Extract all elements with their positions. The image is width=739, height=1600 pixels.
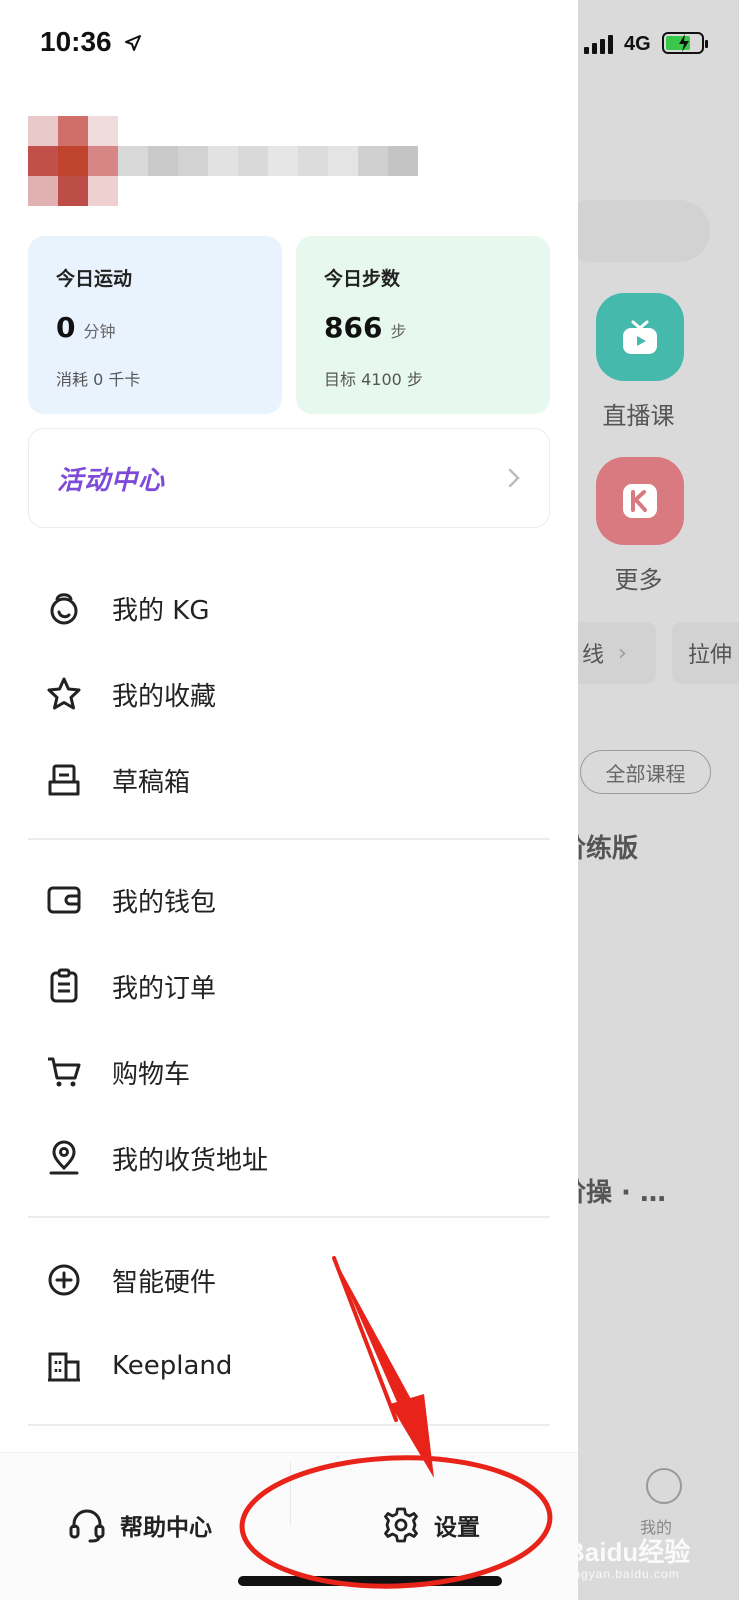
menu-item-label: 我的订单 [112, 973, 217, 1004]
menu-item-drafts[interactable]: 草稿箱 [44, 750, 544, 810]
wallet-icon [44, 880, 84, 920]
avatar[interactable] [28, 116, 118, 206]
live-class-tile [596, 293, 684, 381]
kettlebell-icon [44, 588, 84, 628]
menu-divider [28, 1216, 550, 1218]
status-bar: 10:36 4G [0, 0, 739, 90]
background-search-bar [560, 200, 710, 262]
battery-icon [662, 32, 708, 54]
menu-item-cart[interactable]: 购物车 [44, 1042, 544, 1102]
all-courses-pill: 全部课程 [580, 750, 711, 794]
card-unit: 步 [390, 322, 407, 341]
tv-icon [623, 320, 657, 354]
menu-divider [28, 1424, 550, 1426]
exercise-minutes: 0 [56, 311, 76, 344]
menu-item-favorites[interactable]: 我的收藏 [44, 664, 544, 724]
signal-icon [584, 34, 613, 54]
menu-item-address[interactable]: 我的收货地址 [44, 1128, 544, 1188]
headset-icon [69, 1509, 105, 1543]
menu-item-wallet[interactable]: 我的钱包 [44, 870, 544, 930]
card-title: 今日步数 [324, 268, 401, 290]
help-center-button[interactable]: 帮助中心 [68, 1502, 212, 1548]
today-steps-card[interactable]: 今日步数 866 步 目标 4100 步 [296, 236, 550, 414]
chevron-right-icon [508, 468, 520, 488]
mine-tab-icon [646, 1468, 682, 1504]
background-chip-label: 线 [582, 643, 605, 668]
card-title: 今日运动 [56, 268, 133, 290]
background-chip: 线 › [566, 622, 656, 684]
k-logo-icon [623, 484, 657, 518]
username-pixelated[interactable] [118, 146, 418, 176]
menu-divider [28, 838, 550, 840]
menu-item-keepland[interactable]: Keepland [44, 1336, 544, 1396]
cart-icon [44, 1052, 84, 1092]
plus-circle-icon [44, 1260, 84, 1300]
background-chip: 拉伸 [672, 622, 739, 684]
menu-item-smart-hardware[interactable]: 智能硬件 [44, 1250, 544, 1310]
calories-text: 消耗 0 千卡 [56, 370, 141, 389]
activity-center-label: 活动中心 [57, 465, 166, 496]
chevron-right-icon: › [618, 640, 627, 666]
menu-item-label: 我的收货地址 [112, 1145, 269, 1176]
clipboard-icon [44, 966, 84, 1006]
step-count: 866 [324, 311, 383, 344]
menu-item-label: Keepland [112, 1351, 233, 1381]
menu-item-orders[interactable]: 我的订单 [44, 956, 544, 1016]
live-class-label: 直播课 [602, 402, 675, 430]
home-indicator [238, 1576, 502, 1586]
star-icon [44, 674, 84, 714]
menu-item-label: 我的 KG [112, 595, 210, 626]
settings-label: 设置 [434, 1515, 480, 1541]
location-arrow-icon [125, 35, 141, 51]
menu-item-label: 我的收藏 [112, 681, 217, 712]
location-pin-icon [44, 1138, 84, 1178]
more-tile [596, 457, 684, 545]
bottom-bar-separator [290, 1462, 291, 1526]
menu-item-label: 购物车 [112, 1059, 191, 1090]
activity-center-banner[interactable]: 活动中心 [28, 428, 550, 528]
help-center-label: 帮助中心 [120, 1515, 212, 1541]
menu-item-label: 草稿箱 [112, 767, 191, 798]
draft-box-icon [44, 760, 84, 800]
watermark-url: jingyan.baidu.com [566, 1567, 680, 1581]
card-unit: 分钟 [83, 322, 116, 341]
menu-item-label: 智能硬件 [112, 1267, 217, 1298]
baidu-watermark: Baidu经验 jingyan.baidu.com [566, 1532, 736, 1581]
watermark-brand: Baidu经验 [566, 1537, 691, 1567]
today-exercise-card[interactable]: 今日运动 0 分钟 消耗 0 千卡 [28, 236, 282, 414]
settings-button[interactable]: 设置 [382, 1502, 480, 1548]
status-time: 10:36 [40, 26, 112, 57]
background-chip-label: 拉伸 [688, 643, 733, 668]
step-goal-text: 目标 4100 步 [324, 370, 423, 389]
gear-icon [384, 1507, 418, 1543]
network-type: 4G [624, 33, 651, 55]
building-icon [44, 1346, 84, 1386]
menu-item-label: 我的钱包 [112, 887, 217, 918]
menu-item-my-kg[interactable]: 我的 KG [44, 578, 544, 638]
more-label: 更多 [614, 566, 663, 594]
